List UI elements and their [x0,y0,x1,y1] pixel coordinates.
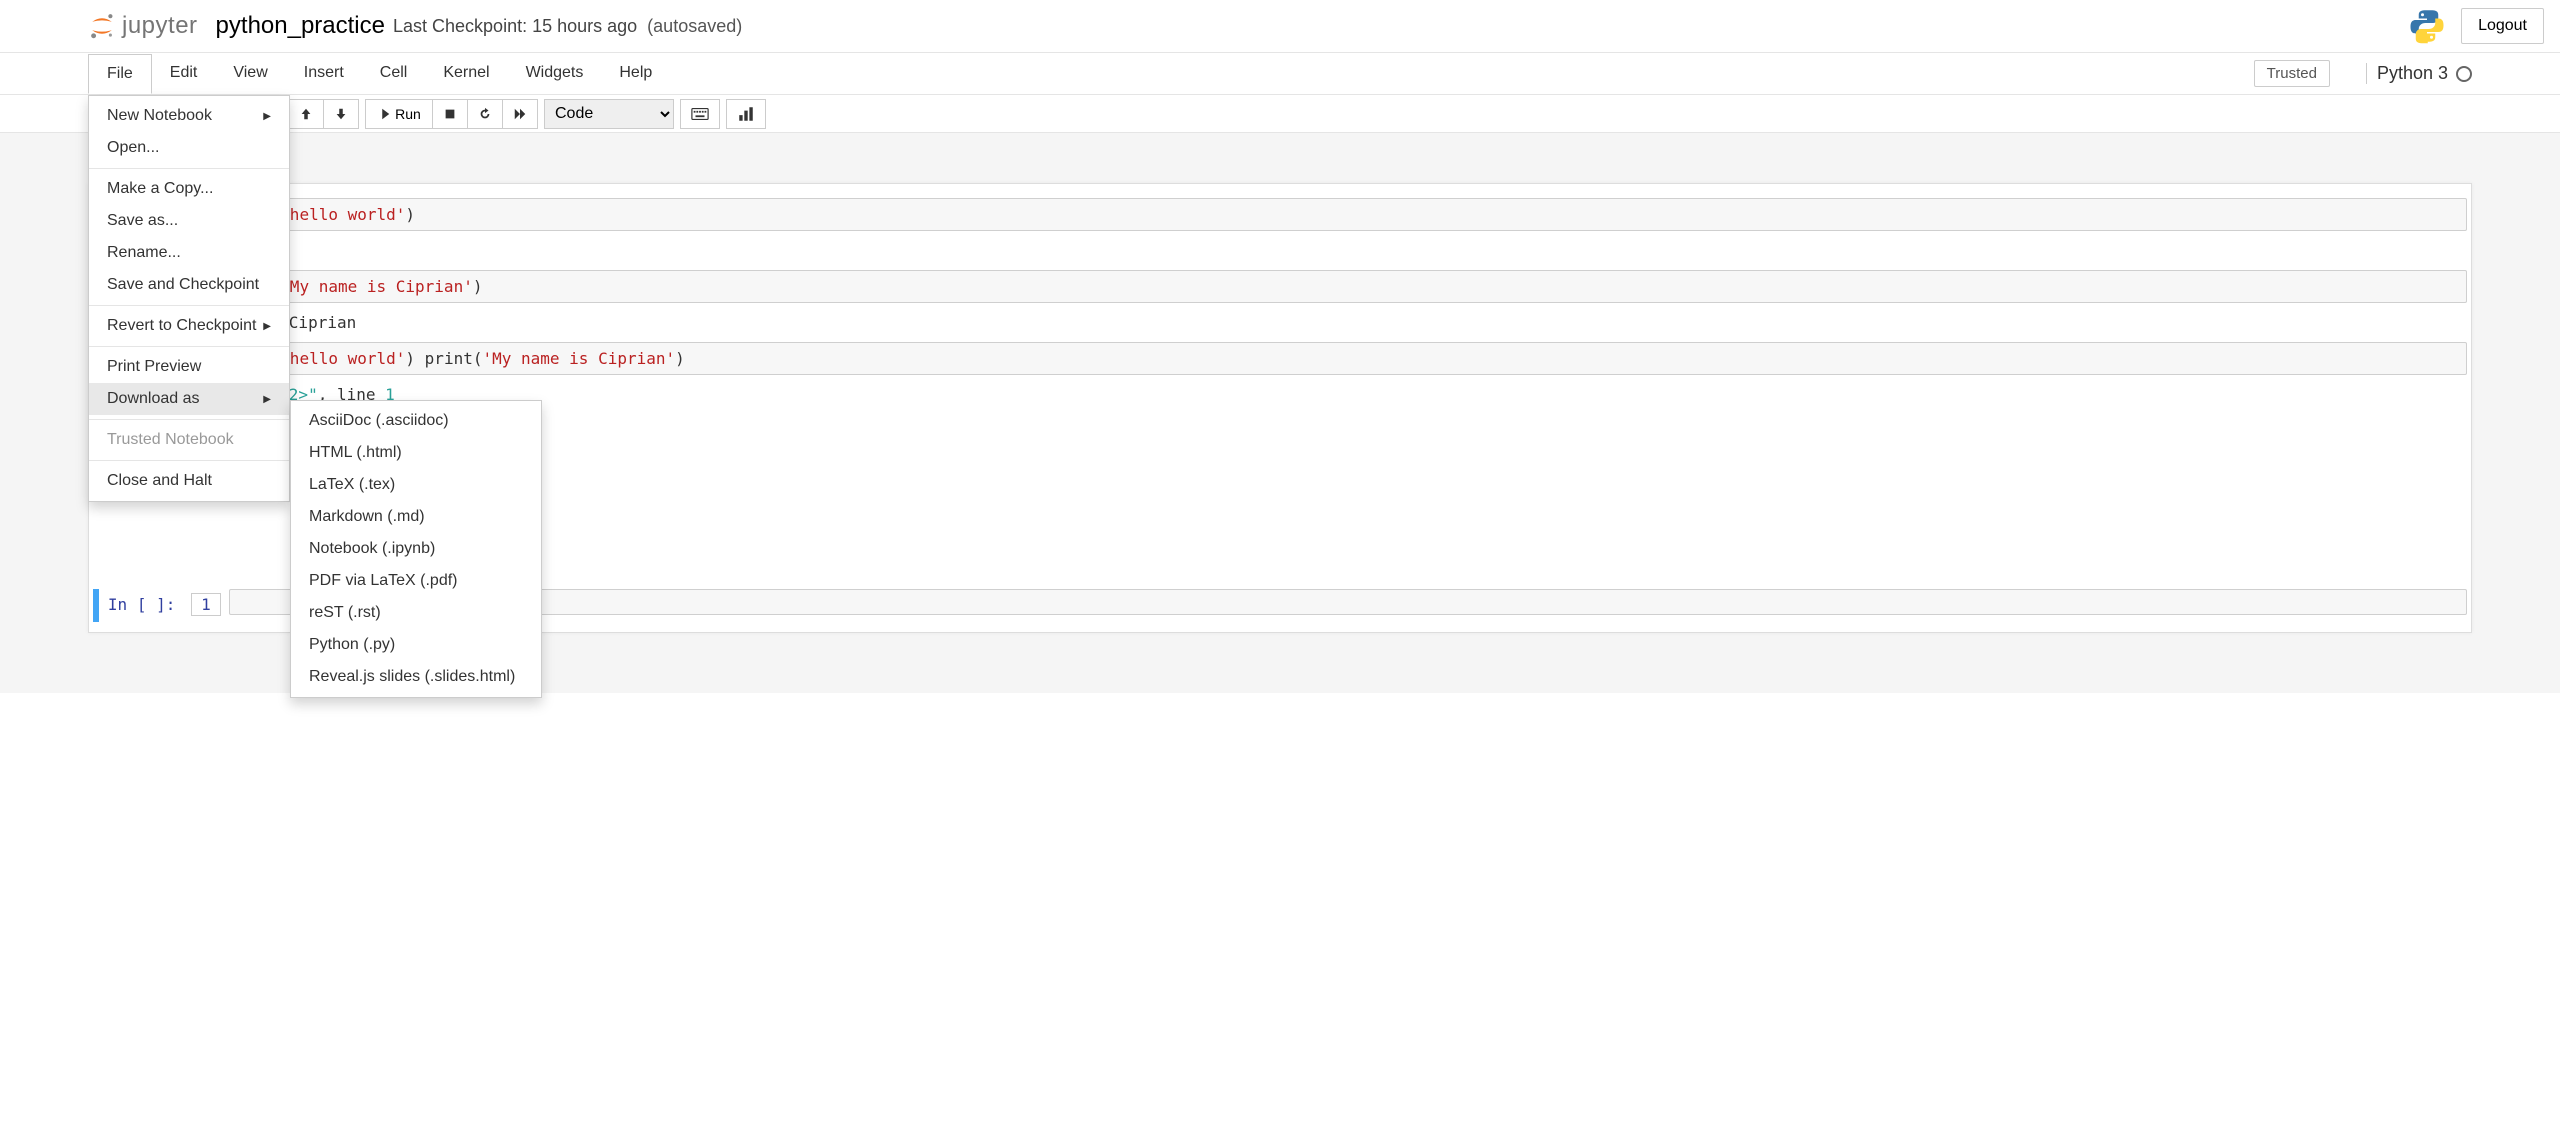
restart-icon [478,107,492,121]
menu-divider [89,419,289,420]
output-cell: world [93,235,2467,266]
arrow-down-icon [334,107,348,121]
bar-chart-icon [737,105,755,123]
download-notebook[interactable]: Notebook (.ipynb) [291,533,541,565]
menu-download-as[interactable]: Download as▶ [89,383,289,415]
menu-widgets[interactable]: Widgets [508,54,602,94]
menubar: File Edit View Insert Cell Kernel Widget… [0,53,2560,95]
stop-icon [443,107,457,121]
menu-open[interactable]: Open... [89,132,289,164]
menu-save-checkpoint[interactable]: Save and Checkpoint [89,269,289,301]
keyboard-icon [691,105,709,123]
menu-print-preview[interactable]: Print Preview [89,351,289,383]
menu-revert-checkpoint[interactable]: Revert to Checkpoint▶ [89,310,289,342]
menu-divider [89,305,289,306]
download-html[interactable]: HTML (.html) [291,437,541,469]
kernel-indicator[interactable]: Python 3 [2366,63,2472,84]
menu-close-halt[interactable]: Close and Halt [89,465,289,497]
run-button[interactable]: Run [365,99,433,129]
command-palette-button[interactable] [680,99,720,129]
menu-file[interactable]: File [88,54,152,94]
menu-divider [89,346,289,347]
error-output: afd6d32>", line 1 ('My name is Ciprian') [223,379,2467,429]
output-text: ne is Ciprian [223,307,2467,338]
kernel-status-icon [2456,66,2472,82]
menu-insert[interactable]: Insert [286,54,362,94]
python-icon [2409,8,2445,44]
code-cell[interactable]: rint('hello world') print('My name is Ci… [93,342,2467,375]
menu-kernel[interactable]: Kernel [425,54,507,94]
interrupt-button[interactable] [433,99,468,129]
download-rest[interactable]: reST (.rst) [291,597,541,629]
restart-button[interactable] [468,99,503,129]
line-number: 1 [191,593,221,616]
download-as-submenu: AsciiDoc (.asciidoc) HTML (.html) LaTeX … [290,400,542,698]
code-input[interactable]: rint('hello world') [223,198,2467,231]
output-cell: ne is Ciprian [93,307,2467,338]
cell-type-select[interactable]: Code [544,99,674,129]
autosaved-info: (autosaved) [647,16,742,37]
move-down-button[interactable] [324,99,359,129]
chevron-right-icon: ▶ [263,111,271,122]
jupyter-logo[interactable]: jupyter [88,12,198,40]
download-latex[interactable]: LaTeX (.tex) [291,469,541,501]
menu-new-notebook[interactable]: New Notebook▶ [89,100,289,132]
download-pdf[interactable]: PDF via LaTeX (.pdf) [291,565,541,597]
output-text: world [223,235,2467,266]
menu-save-as[interactable]: Save as... [89,205,289,237]
menu-help[interactable]: Help [601,54,670,94]
download-markdown[interactable]: Markdown (.md) [291,501,541,533]
jupyter-icon [88,12,116,40]
toolbar: Run Code [0,95,2560,133]
restart-run-all-button[interactable] [503,99,538,129]
menu-trusted-notebook: Trusted Notebook [89,424,289,456]
chart-button[interactable] [726,99,766,129]
kernel-name: Python 3 [2377,63,2448,84]
run-icon [377,107,391,121]
menu-make-copy[interactable]: Make a Copy... [89,173,289,205]
run-label: Run [395,106,421,122]
logout-button[interactable]: Logout [2461,8,2544,44]
download-asciidoc[interactable]: AsciiDoc (.asciidoc) [291,405,541,437]
code-cell[interactable]: rint('hello world') [93,198,2467,231]
download-reveal[interactable]: Reveal.js slides (.slides.html) [291,661,541,693]
move-up-button[interactable] [288,99,324,129]
menu-rename[interactable]: Rename... [89,237,289,269]
menu-divider [89,460,289,461]
jupyter-logo-text: jupyter [122,12,198,40]
menu-edit[interactable]: Edit [152,54,216,94]
chevron-right-icon: ▶ [263,394,271,405]
code-input[interactable]: rint('My name is Ciprian') [223,270,2467,303]
chevron-right-icon: ▶ [263,321,271,332]
arrow-up-icon [299,107,313,121]
notebook-name[interactable]: python_practice [216,12,385,40]
download-python[interactable]: Python (.py) [291,629,541,661]
code-input[interactable] [229,589,2467,615]
menu-cell[interactable]: Cell [362,54,426,94]
menu-divider [89,168,289,169]
checkpoint-info: Last Checkpoint: 15 hours ago [393,16,637,37]
input-prompt: In [ ]: 1 [99,589,229,622]
fast-forward-icon [513,107,527,121]
header-bar: jupyter python_practice Last Checkpoint:… [0,0,2560,53]
menu-view[interactable]: View [215,54,285,94]
code-input[interactable]: rint('hello world') print('My name is Ci… [223,342,2467,375]
code-cell[interactable]: rint('My name is Ciprian') [93,270,2467,303]
trusted-button[interactable]: Trusted [2254,60,2330,87]
file-menu-dropdown: New Notebook▶ Open... Make a Copy... Sav… [88,95,290,502]
